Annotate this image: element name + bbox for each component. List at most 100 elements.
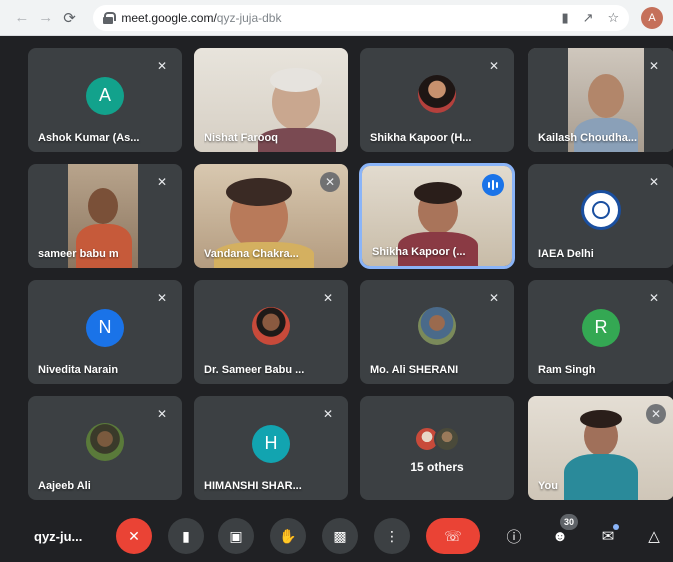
info-icon: ⓘ — [506, 528, 522, 546]
share-icon[interactable]: ↗ — [583, 10, 594, 26]
participant-count-badge: 30 — [560, 514, 578, 530]
mic-off-icon: ✕ — [156, 59, 168, 73]
participant-name: IAEA Delhi — [538, 248, 594, 260]
participant-tile[interactable]: ✕ N Nivedita Narain — [28, 280, 182, 384]
participant-name: sameer babu m — [38, 248, 119, 260]
avatar: N — [86, 308, 124, 347]
self-tile[interactable]: ✕ You — [528, 396, 673, 500]
mic-off-icon: ✕ — [156, 407, 168, 421]
speaking-indicator-icon — [482, 174, 504, 196]
mic-off-icon: ✕ — [322, 407, 334, 421]
reload-icon[interactable]: ⟳ — [58, 6, 82, 30]
participant-name: Ram Singh — [538, 364, 596, 376]
more-vert-icon: ⋮ — [385, 527, 399, 544]
chat-icon: ✉ — [601, 528, 615, 545]
participant-tile[interactable]: ✕ sameer babu m — [28, 164, 182, 268]
mic-off-icon: ✕ — [646, 404, 666, 424]
participant-tile[interactable]: ✕ Vandana Chakra... — [194, 164, 348, 268]
participant-name: Shikha Kapoor (... — [372, 246, 466, 258]
hand-icon: ✋ — [279, 527, 297, 544]
participant-tile[interactable]: ✕ Shikha Kapoor (H... — [360, 48, 514, 152]
forward-icon[interactable]: → — [34, 6, 58, 30]
participant-body — [564, 454, 638, 500]
profile-avatar[interactable]: A — [641, 6, 663, 29]
mic-off-icon: ✕ — [156, 175, 168, 189]
people-icon: ☻ — [552, 527, 568, 545]
browser-toolbar: ← → ⟳ meet.google.com/qyz-juja-dbk ▮ ↗ ☆… — [0, 0, 673, 36]
meeting-code[interactable]: qyz-ju... — [34, 529, 82, 544]
mic-off-icon: ✕ — [488, 291, 500, 305]
camera-toggle-button[interactable]: ▮ — [168, 518, 204, 554]
participant-name: Shikha Kapoor (H... — [370, 132, 472, 144]
participant-name: Vandana Chakra... — [204, 248, 299, 260]
chat-button[interactable]: ✉ — [594, 522, 622, 550]
participant-hair — [270, 68, 322, 92]
participant-face — [88, 188, 118, 224]
activities-icon: △ — [648, 528, 660, 545]
participant-tile[interactable]: ✕ H HIMANSHI SHAR... — [194, 396, 348, 500]
back-icon[interactable]: ← — [10, 6, 34, 30]
avatar: H — [252, 424, 290, 463]
others-count-label: 15 others — [410, 460, 464, 474]
participant-tile[interactable]: Nishat Farooq — [194, 48, 348, 152]
url-text: meet.google.com/qyz-juja-dbk — [121, 11, 281, 25]
participant-tile[interactable]: ✕ Kailash Choudha... — [528, 48, 673, 152]
participant-tile[interactable]: ✕ Aajeeb Ali — [28, 396, 182, 500]
others-avatars — [414, 426, 460, 452]
people-button[interactable]: ☻ 30 — [546, 514, 578, 550]
participant-tile[interactable]: ✕ A Ashok Kumar (As... — [28, 48, 182, 152]
present-button[interactable]: ▩ — [322, 518, 358, 554]
activities-button[interactable]: △ — [640, 522, 668, 550]
participant-hair — [414, 182, 462, 204]
participant-tile[interactable]: ✕ Dr. Sameer Babu ... — [194, 280, 348, 384]
avatar-photo — [418, 306, 456, 345]
participant-tile[interactable]: ✕ IAEA Delhi — [528, 164, 673, 268]
participant-name: Kailash Choudha... — [538, 132, 638, 144]
participant-name: Aajeeb Ali — [38, 480, 91, 492]
participant-hair — [226, 178, 292, 206]
meeting-controls-bar: qyz-ju... ✕ ▮ ▣ ✋ ▩ ⋮ ☏ ⓘ ☻ 30 ✉ △ — [0, 510, 673, 562]
mic-off-icon: ✕ — [648, 59, 660, 73]
participant-name: HIMANSHI SHAR... — [204, 480, 302, 492]
mic-off-icon: ✕ — [128, 527, 140, 544]
participant-body — [76, 224, 132, 268]
organization-logo-icon — [581, 189, 621, 230]
address-bar[interactable]: meet.google.com/qyz-juja-dbk ▮ ↗ ☆ — [93, 4, 630, 31]
mic-off-icon: ✕ — [648, 175, 660, 189]
mic-off-icon: ✕ — [322, 291, 334, 305]
participant-face — [588, 74, 624, 118]
mic-off-icon: ✕ — [156, 291, 168, 305]
participant-name: Ashok Kumar (As... — [38, 132, 140, 144]
avatar: A — [86, 76, 124, 115]
participant-name: Dr. Sameer Babu ... — [204, 364, 305, 376]
hangup-icon: ☏ — [444, 527, 462, 544]
participant-name: Mo. Ali SHERANI — [370, 364, 459, 376]
leave-call-button[interactable]: ☏ — [426, 518, 480, 554]
captions-icon: ▣ — [229, 527, 243, 544]
lock-icon — [103, 11, 117, 24]
meeting-details-button[interactable]: ⓘ — [500, 522, 528, 550]
star-icon[interactable]: ☆ — [608, 10, 620, 26]
camera-icon: ▮ — [182, 527, 190, 544]
avatar-photo — [252, 306, 290, 345]
avatar: R — [582, 308, 620, 347]
avatar-photo — [434, 426, 460, 452]
meet-stage: ✕ A Ashok Kumar (As... Nishat Farooq ✕ S… — [0, 36, 673, 562]
participant-tile-active-speaker[interactable]: Shikha Kapoor (... — [359, 163, 515, 269]
participant-name: Nishat Farooq — [204, 132, 278, 144]
more-options-button[interactable]: ⋮ — [374, 518, 410, 554]
avatar-photo — [418, 74, 456, 113]
avatar-photo — [86, 422, 124, 461]
participant-tile[interactable]: ✕ R Ram Singh — [528, 280, 673, 384]
captions-button[interactable]: ▣ — [218, 518, 254, 554]
participant-name: You — [538, 480, 558, 492]
participant-name: Nivedita Narain — [38, 364, 119, 376]
mic-toggle-button[interactable]: ✕ — [116, 518, 152, 554]
raise-hand-button[interactable]: ✋ — [270, 518, 306, 554]
mic-off-icon: ✕ — [488, 59, 500, 73]
camera-permission-icon[interactable]: ▮ — [561, 10, 568, 26]
participant-hair — [580, 410, 622, 428]
others-tile[interactable]: 15 others — [360, 396, 514, 500]
participant-tile[interactable]: ✕ Mo. Ali SHERANI — [360, 280, 514, 384]
url-host: meet.google.com/ — [121, 10, 217, 25]
